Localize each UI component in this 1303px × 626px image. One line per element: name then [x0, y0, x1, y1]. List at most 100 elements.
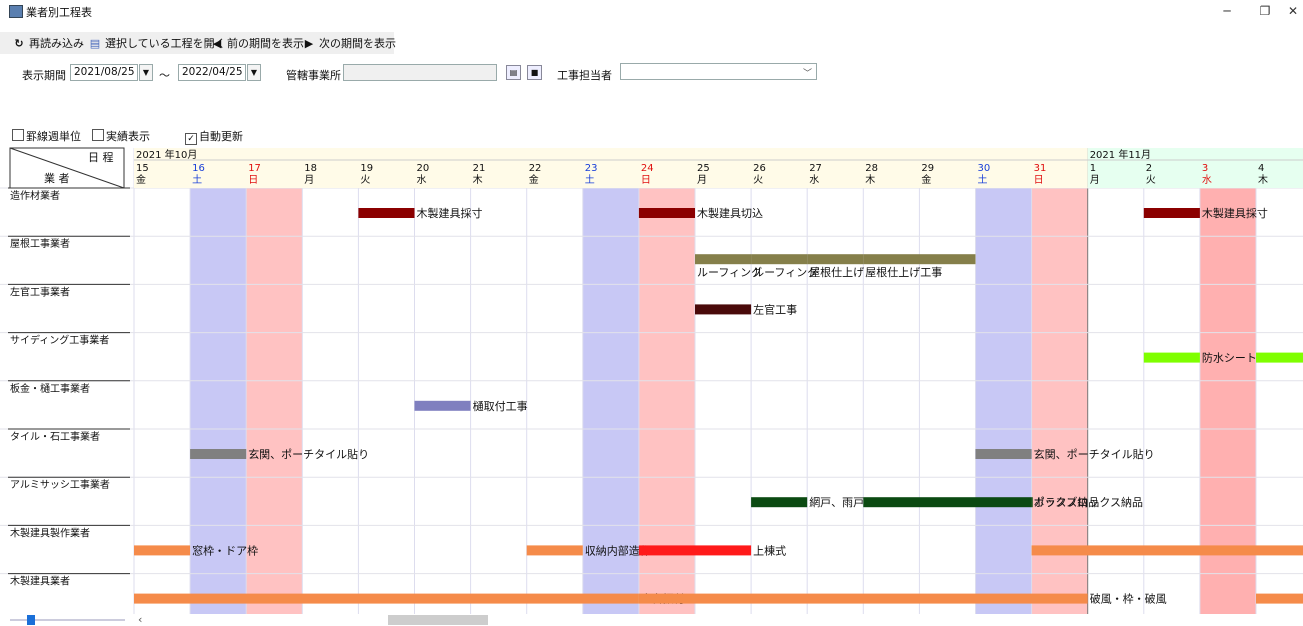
- day-number: 4: [1258, 163, 1264, 174]
- task-label: 収納内部造作: [585, 543, 651, 557]
- task-bar[interactable]: [414, 400, 471, 411]
- header-diagonal: [9, 147, 125, 189]
- actual-box[interactable]: [92, 129, 104, 141]
- task-bar[interactable]: [190, 449, 247, 459]
- next-period-button[interactable]: ▶ 次の期間を表示: [302, 35, 396, 52]
- office-clear-button[interactable]: ■: [527, 65, 542, 80]
- task-label: ルーフィング: [697, 265, 762, 279]
- prev-period-label: 前の期間を表示: [227, 37, 304, 50]
- task-bar[interactable]: [638, 208, 695, 218]
- horizontal-scrollbar[interactable]: ‹: [0, 613, 1303, 626]
- vendor-name: 造作材業者: [10, 189, 60, 202]
- task-bar[interactable]: [638, 545, 752, 556]
- task-label: 網戸、雨戸: [809, 495, 864, 509]
- weekend-column: [1199, 188, 1256, 614]
- task-bar[interactable]: [751, 254, 808, 265]
- minimize-button[interactable]: ─: [1212, 2, 1242, 20]
- restore-button[interactable]: ❐: [1250, 2, 1280, 20]
- day-number: 22: [529, 163, 542, 174]
- chevron-down-icon: ▼: [250, 68, 258, 77]
- task-label: 左官工事: [753, 302, 797, 316]
- task-bar[interactable]: [1256, 352, 1303, 363]
- day-number: 25: [697, 163, 710, 174]
- period-start-dropdown[interactable]: ▼: [139, 64, 153, 81]
- period-start-field[interactable]: 2021/08/25: [70, 64, 138, 81]
- task-bar[interactable]: [1256, 593, 1303, 604]
- header-bg: [134, 148, 1088, 188]
- task-bar[interactable]: [807, 254, 864, 265]
- task-bar[interactable]: [695, 304, 752, 315]
- period-end-field[interactable]: 2022/04/25: [178, 64, 246, 81]
- period-end-dropdown[interactable]: ▼: [247, 64, 261, 81]
- task-bar[interactable]: [1143, 208, 1200, 218]
- actual-checkbox[interactable]: 実績表示: [92, 128, 150, 144]
- day-weekday: 木: [473, 174, 483, 186]
- month-label: 2021 年11月: [1090, 148, 1151, 161]
- day-number: 17: [248, 163, 261, 174]
- scroll-thumb[interactable]: [388, 615, 488, 625]
- auto-update-checkbox[interactable]: ✓ 自動更新: [185, 128, 243, 145]
- weekend-column: [1031, 188, 1088, 614]
- task-label: ルーフィング: [753, 265, 818, 279]
- header-vendor-label: 業 者: [44, 172, 70, 185]
- task-bar[interactable]: [1143, 352, 1200, 363]
- auto-update-box[interactable]: ✓: [185, 133, 197, 145]
- day-weekday: 金: [529, 173, 539, 186]
- day-number: 19: [360, 163, 373, 174]
- task-label: 屋根仕上げ: [809, 265, 864, 279]
- day-number: 24: [641, 163, 654, 174]
- scroll-left-icon[interactable]: ‹: [138, 613, 142, 626]
- task-bar[interactable]: [134, 593, 639, 604]
- vendor-name: 左官工事業者: [10, 285, 70, 298]
- prev-period-button[interactable]: ◀ 前の期間を表示: [210, 35, 304, 52]
- task-bar[interactable]: [1031, 545, 1303, 556]
- day-weekday: 金: [136, 173, 146, 186]
- header-corner: [9, 147, 125, 189]
- vendor-name: 板金・樋工事業者: [10, 382, 90, 395]
- period-tilde: ～: [159, 69, 170, 82]
- reload-button[interactable]: ↻ 再読み込み: [12, 35, 84, 52]
- toolbar: ↻ 再読み込み ▤ 選択している工程を開く ◀ 前の期間を表示 ▶ 次の期間を表示: [0, 32, 396, 54]
- task-label: 玄関、ポーチタイル貼り: [248, 447, 369, 461]
- day-weekday: 火: [1146, 174, 1156, 186]
- task-bar[interactable]: [358, 208, 415, 218]
- task-bar[interactable]: [863, 497, 1032, 508]
- day-weekday: 水: [417, 174, 427, 186]
- close-button[interactable]: ✕: [1283, 2, 1303, 20]
- auto-update-label: 自動更新: [199, 130, 243, 143]
- title-bar: 業者別工程表 ─ ❐ ✕: [0, 0, 1303, 22]
- month-label: 2021 年10月: [136, 148, 197, 161]
- task-bar[interactable]: [975, 449, 1032, 459]
- task-bar[interactable]: [863, 254, 976, 265]
- day-number: 3: [1202, 163, 1208, 174]
- week-lines-box[interactable]: [12, 129, 24, 141]
- reload-icon: ↻: [14, 37, 24, 50]
- task-bar[interactable]: [695, 254, 752, 265]
- office-select-button[interactable]: ▤: [506, 65, 521, 80]
- task-bar[interactable]: [638, 593, 1088, 604]
- day-weekday: 月: [1090, 174, 1100, 186]
- week-lines-checkbox[interactable]: 罫線週単位: [12, 128, 81, 144]
- task-label: ガラスブロックス納品: [1034, 495, 1143, 509]
- gantt-chart[interactable]: 日 程業 者2021 年10月 2021 年11月15金16土17日18月19火2…: [0, 0, 1303, 626]
- day-weekday: 木: [865, 174, 875, 186]
- day-weekday: 火: [753, 174, 763, 186]
- task-bar[interactable]: [134, 545, 191, 556]
- office-field[interactable]: [343, 64, 497, 81]
- day-weekday: 月: [304, 174, 314, 186]
- open-selected-button[interactable]: ▤ 選択している工程を開く: [88, 35, 226, 52]
- open-selected-label: 選択している工程を開く: [105, 37, 226, 50]
- day-number: 26: [753, 163, 766, 174]
- chevron-down-icon: ▼: [142, 68, 150, 77]
- task-bar[interactable]: [1031, 497, 1033, 508]
- day-number: 31: [1034, 163, 1047, 174]
- task-bar[interactable]: [526, 545, 583, 556]
- next-period-label: 次の期間を表示: [319, 37, 396, 50]
- task-bar[interactable]: [751, 497, 808, 508]
- task-label: 破風・枠・破風: [1090, 592, 1167, 606]
- weekend-column: [975, 188, 1032, 614]
- day-number: 28: [865, 163, 878, 174]
- period-label: 表示期間: [22, 69, 66, 82]
- manager-select[interactable]: [620, 63, 817, 80]
- zoom-slider-thumb[interactable]: [27, 615, 35, 625]
